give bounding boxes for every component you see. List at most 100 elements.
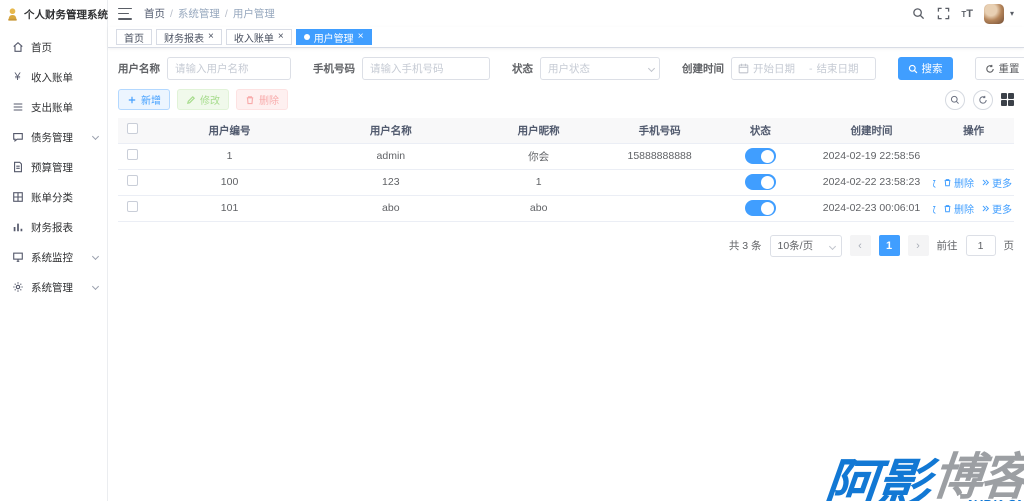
status-select-input[interactable] bbox=[540, 57, 660, 80]
chevron-down-icon bbox=[91, 252, 100, 260]
start-date-input[interactable] bbox=[753, 62, 805, 75]
col-created[interactable]: 创建时间 bbox=[809, 118, 934, 144]
trophy-icon bbox=[8, 7, 17, 21]
search-button[interactable]: 搜索 bbox=[897, 57, 953, 80]
search-icon[interactable] bbox=[911, 7, 925, 21]
row-edit-button[interactable]: 修改 bbox=[933, 175, 936, 190]
close-icon[interactable]: × bbox=[358, 32, 364, 42]
sidebar-menu: 首页 ¥ 收入账单 支出账单 债务管理 预算管理 账单分类 财务报表 系统监控 … bbox=[0, 28, 107, 302]
navbar-actions: TT ▾ bbox=[911, 3, 1014, 24]
status-toggle[interactable] bbox=[744, 174, 776, 190]
delete-button[interactable]: 删除 bbox=[236, 89, 288, 110]
app-title: 个人财务管理系统 bbox=[24, 8, 108, 21]
hide-search-button[interactable] bbox=[945, 89, 965, 110]
search-icon bbox=[908, 64, 917, 73]
active-dot bbox=[303, 34, 310, 40]
fullscreen-icon[interactable] bbox=[936, 7, 950, 21]
font-size-icon[interactable]: TT bbox=[961, 8, 973, 20]
col-nickname[interactable]: 用户昵称 bbox=[469, 118, 609, 144]
search-icon bbox=[950, 95, 959, 104]
tab-home[interactable]: 首页 bbox=[116, 29, 152, 45]
sidebar-toggle-icon[interactable] bbox=[118, 7, 132, 20]
row-checkbox[interactable] bbox=[126, 175, 138, 186]
row-checkbox[interactable] bbox=[126, 149, 138, 160]
avatar[interactable] bbox=[983, 3, 1004, 24]
sidebar-item-budget[interactable]: 预算管理 bbox=[0, 152, 107, 182]
chevron-down-icon bbox=[91, 282, 100, 290]
filter-form: 用户名称 手机号码 状态 创建时间 - bbox=[118, 57, 1024, 80]
total-count: 共 3 条 bbox=[728, 240, 762, 252]
double-arrow-icon bbox=[982, 179, 990, 185]
sidebar-item-income[interactable]: ¥ 收入账单 bbox=[0, 62, 107, 92]
table-row[interactable]: 1 admin 你会 15888888888 2024-02-19 22:58:… bbox=[118, 143, 1014, 170]
col-actions: 操作 bbox=[933, 118, 1014, 144]
refresh-button[interactable] bbox=[973, 89, 993, 110]
status-toggle[interactable] bbox=[744, 148, 776, 164]
next-page-button[interactable]: › bbox=[907, 235, 929, 256]
column-settings-button[interactable] bbox=[1001, 93, 1014, 106]
tab-income[interactable]: 收入账单 × bbox=[225, 29, 292, 45]
row-checkbox[interactable] bbox=[126, 201, 138, 212]
table-row[interactable]: 100 123 1 2024-02-22 23:58:23 修改 bbox=[118, 169, 1014, 196]
col-phone[interactable]: 手机号码 bbox=[608, 118, 712, 144]
row-delete-button[interactable]: 删除 bbox=[943, 175, 974, 190]
row-more-button[interactable]: 更多 bbox=[981, 175, 1012, 190]
edit-icon bbox=[186, 95, 196, 104]
col-user-name[interactable]: 用户名称 bbox=[312, 118, 470, 144]
sidebar-item-monitor[interactable]: 系统监控 bbox=[0, 242, 107, 272]
app-logo[interactable]: 个人财务管理系统 bbox=[0, 0, 108, 28]
trash-icon bbox=[944, 178, 951, 186]
sidebar-item-report[interactable]: 财务报表 bbox=[0, 212, 107, 242]
sidebar-item-home[interactable]: 首页 bbox=[0, 32, 107, 62]
plus-icon bbox=[128, 96, 136, 103]
date-range-picker[interactable]: - bbox=[731, 57, 876, 80]
sidebar-item-label: 预算管理 bbox=[31, 161, 73, 174]
breadcrumb-home[interactable]: 首页 bbox=[144, 6, 165, 21]
row-delete-button[interactable]: 删除 bbox=[943, 201, 974, 216]
comment-icon bbox=[11, 131, 24, 144]
status-select[interactable] bbox=[540, 57, 660, 80]
list-icon bbox=[11, 101, 24, 114]
prev-page-button[interactable]: ‹ bbox=[849, 235, 871, 256]
username-input[interactable] bbox=[167, 57, 291, 80]
document-icon bbox=[11, 161, 24, 174]
select-all-checkbox[interactable] bbox=[126, 123, 138, 135]
app-window: 个人财务管理系统 首页 ¥ 收入账单 支出账单 债务管理 预算管理 账单分类 财… bbox=[0, 0, 1024, 501]
breadcrumb-system[interactable]: 系统管理 bbox=[178, 6, 220, 21]
close-icon[interactable]: × bbox=[278, 32, 284, 42]
col-status[interactable]: 状态 bbox=[711, 118, 810, 144]
close-icon[interactable]: × bbox=[208, 32, 214, 42]
end-date-input[interactable] bbox=[816, 62, 869, 75]
status-toggle[interactable] bbox=[744, 200, 776, 216]
edit-button[interactable]: 修改 bbox=[177, 89, 229, 110]
add-button[interactable]: 新增 bbox=[118, 89, 170, 110]
phone-label: 手机号码 bbox=[313, 63, 355, 75]
sidebar-item-expense[interactable]: 支出账单 bbox=[0, 92, 107, 122]
page-number-1[interactable]: 1 bbox=[878, 235, 900, 256]
page-size-select[interactable]: 10条/页 bbox=[769, 234, 842, 257]
table-row[interactable]: 101 abo abo 2024-02-23 00:06:01 修改 bbox=[118, 195, 1014, 222]
created-time-label: 创建时间 bbox=[682, 63, 724, 75]
sidebar-item-debt[interactable]: 债务管理 bbox=[0, 122, 107, 152]
top-navbar: 首页 / 系统管理 / 用户管理 TT ▾ bbox=[108, 0, 1024, 27]
main-area: 首页 / 系统管理 / 用户管理 TT ▾ 首页 财务报表 × 收入账单 × 用… bbox=[108, 0, 1024, 501]
user-table: 用户编号 用户名称 用户昵称 手机号码 状态 创建时间 操作 1 admin 你… bbox=[118, 118, 1014, 222]
chevron-down-icon bbox=[91, 132, 100, 140]
goto-page-input[interactable] bbox=[965, 235, 996, 256]
refresh-icon bbox=[979, 95, 987, 104]
chevron-down-icon[interactable]: ▾ bbox=[1010, 9, 1014, 18]
row-edit-button[interactable]: 修改 bbox=[933, 201, 936, 216]
breadcrumb-current: 用户管理 bbox=[232, 8, 275, 20]
reset-button[interactable]: 重置 bbox=[974, 57, 1024, 80]
sidebar-item-category[interactable]: 账单分类 bbox=[0, 182, 107, 212]
sidebar-item-system[interactable]: 系统管理 bbox=[0, 272, 107, 302]
breadcrumb: 首页 / 系统管理 / 用户管理 bbox=[144, 6, 275, 21]
phone-input[interactable] bbox=[362, 57, 490, 80]
row-more-button[interactable]: 更多 bbox=[981, 201, 1012, 216]
yen-icon: ¥ bbox=[14, 71, 21, 83]
tab-report[interactable]: 财务报表 × bbox=[156, 29, 222, 45]
table-header-row: 用户编号 用户名称 用户昵称 手机号码 状态 创建时间 操作 bbox=[118, 118, 1014, 144]
chevron-down-icon bbox=[828, 242, 836, 250]
col-user-id[interactable]: 用户编号 bbox=[146, 118, 313, 144]
tab-user-management[interactable]: 用户管理 × bbox=[295, 29, 372, 45]
